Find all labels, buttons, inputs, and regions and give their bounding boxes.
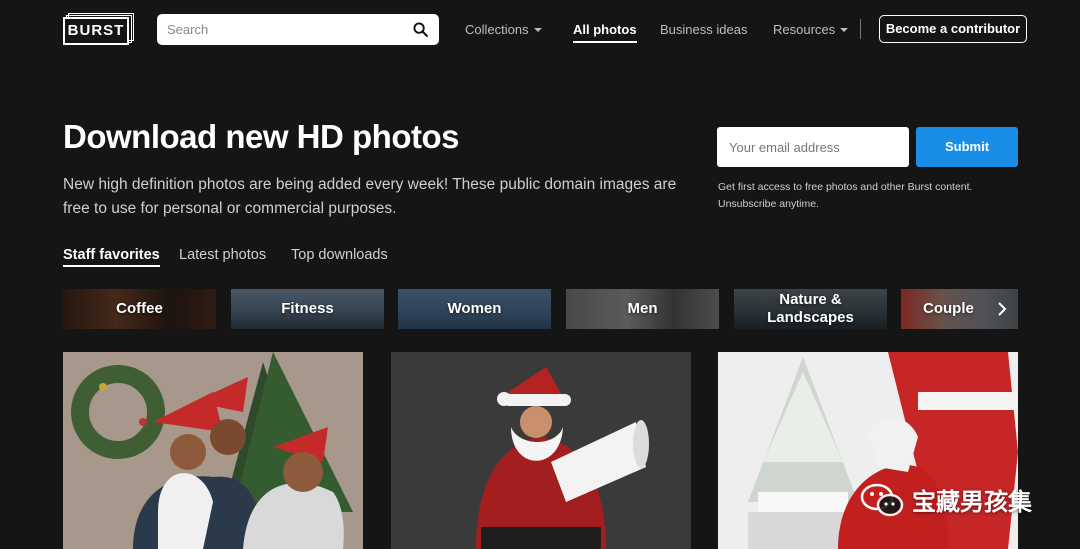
photo-family-christmas[interactable]	[63, 352, 363, 549]
burst-logo[interactable]: BURST	[63, 13, 135, 45]
hero-description: New high definition photos are being add…	[63, 176, 677, 217]
category-men[interactable]: Men	[566, 289, 719, 329]
search-input[interactable]	[167, 19, 407, 40]
category-label: Coffee	[116, 300, 163, 317]
chat-bubble-icon	[860, 483, 904, 516]
category-label: Couple	[923, 300, 974, 317]
nav-divider	[860, 19, 861, 39]
chevron-right-icon[interactable]	[997, 302, 1007, 316]
photo-santa-gifts[interactable]	[718, 352, 1018, 549]
nav-collections[interactable]: Collections	[465, 22, 542, 37]
nav-resources[interactable]: Resources	[773, 22, 849, 37]
category-coffee[interactable]: Coffee	[63, 289, 216, 329]
submit-button[interactable]: Submit	[916, 127, 1018, 167]
photo-family-christmas-image	[63, 352, 363, 549]
category-nature-landscapes[interactable]: Nature & Landscapes	[734, 289, 887, 329]
nav-resources-label: Resources	[773, 22, 836, 37]
category-label: Fitness	[281, 300, 334, 317]
photo-santa-scroll-image	[391, 352, 691, 549]
nav-business-ideas[interactable]: Business ideas	[660, 22, 747, 37]
chevron-down-icon	[533, 27, 542, 32]
logo-text: BURST	[63, 17, 129, 45]
category-women[interactable]: Women	[398, 289, 551, 329]
become-contributor-button[interactable]: Become a contributor	[879, 15, 1027, 43]
search-icon[interactable]	[413, 22, 428, 37]
category-label: Women	[447, 300, 502, 317]
watermark: 宝藏男孩集	[860, 482, 1032, 517]
watermark-text: 宝藏男孩集	[912, 489, 1032, 516]
search-box	[157, 14, 439, 45]
tab-top-downloads[interactable]: Top downloads	[291, 247, 388, 263]
category-fitness[interactable]: Fitness	[231, 289, 384, 329]
page-title: Download new HD photos	[63, 118, 459, 155]
category-label: Nature & Landscapes	[767, 291, 854, 326]
tab-staff-favorites[interactable]: Staff favorites	[63, 247, 160, 267]
nav-collections-label: Collections	[465, 22, 529, 37]
tab-latest-photos[interactable]: Latest photos	[179, 247, 266, 263]
nav-all-photos[interactable]: All photos	[573, 22, 637, 43]
photo-santa-gifts-image	[718, 352, 1018, 549]
email-input[interactable]	[717, 127, 909, 167]
photo-santa-scroll[interactable]	[391, 352, 691, 549]
chevron-down-icon	[840, 27, 849, 32]
signup-note: Get first access to free photos and othe…	[718, 181, 973, 210]
top-nav: BURST Collections All photos Business id…	[0, 0, 1080, 60]
category-label: Men	[627, 300, 658, 317]
